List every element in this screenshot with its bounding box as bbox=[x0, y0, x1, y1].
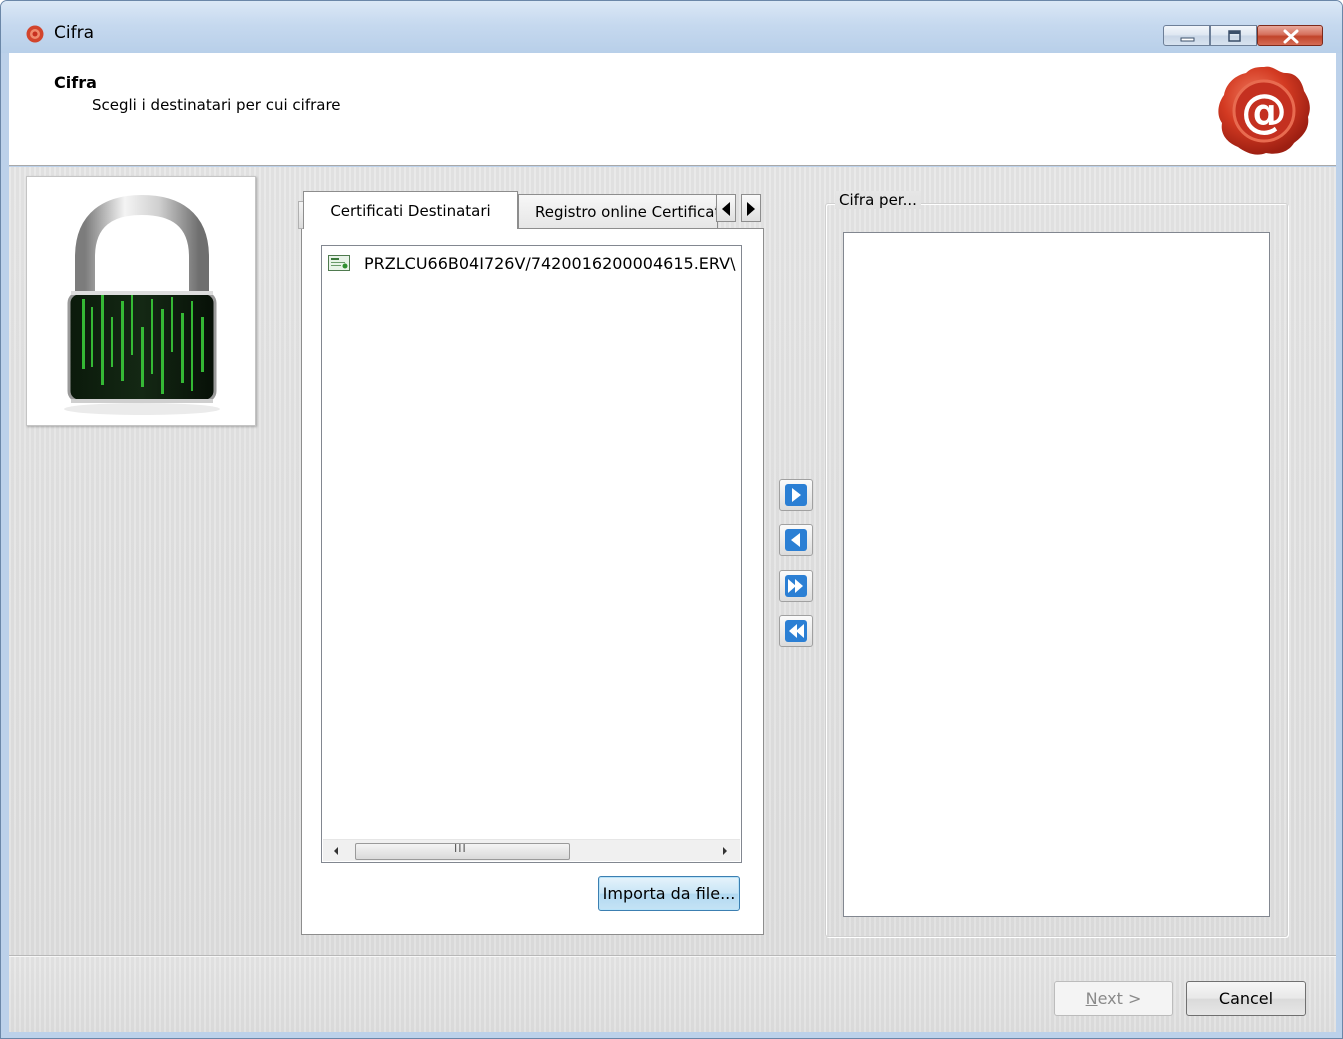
wax-seal-at-icon: @ bbox=[1218, 66, 1310, 155]
certificate-list[interactable]: PRZLCU66B04I726V/7420016200004615.ERV\ I… bbox=[321, 245, 742, 863]
recipient-list[interactable] bbox=[843, 232, 1270, 917]
import-from-file-button[interactable]: Importa da file... bbox=[598, 876, 740, 911]
arrow-right-icon bbox=[785, 484, 807, 506]
maximize-button[interactable] bbox=[1210, 25, 1257, 46]
close-icon bbox=[1283, 29, 1299, 44]
scroll-right-icon[interactable] bbox=[721, 846, 729, 856]
target-group-title: Cifra per... bbox=[835, 191, 921, 209]
minimize-button[interactable] bbox=[1163, 25, 1210, 46]
title-bar[interactable]: Cifra bbox=[1, 1, 1342, 53]
tab-registro-online[interactable]: Registro online Certificati bbox=[518, 194, 718, 228]
tab-label: Registro online Certificati bbox=[535, 202, 718, 221]
add-recipient-button[interactable] bbox=[779, 479, 813, 511]
seal-icon bbox=[26, 25, 44, 43]
tab-scroll-left-button[interactable] bbox=[716, 194, 736, 222]
cancel-button[interactable]: Cancel bbox=[1186, 981, 1306, 1016]
svg-text:@: @ bbox=[1241, 84, 1287, 138]
dialog-window: Cifra Cifra Scegli i destinatari per cui… bbox=[0, 0, 1343, 1039]
list-item[interactable]: PRZLCU66B04I726V/7420016200004615.ERV\ bbox=[328, 252, 735, 274]
scroll-left-icon[interactable] bbox=[332, 846, 340, 856]
certificate-icon bbox=[328, 255, 350, 271]
next-button[interactable]: Next > bbox=[1054, 981, 1173, 1016]
remove-recipient-button[interactable] bbox=[779, 524, 813, 556]
next-mnemonic: N bbox=[1085, 989, 1098, 1008]
window-title: Cifra bbox=[54, 23, 94, 43]
tab-scroll-right-button[interactable] bbox=[741, 194, 761, 222]
lock-illustration bbox=[26, 176, 256, 426]
horizontal-scrollbar[interactable]: III bbox=[323, 839, 740, 861]
remove-all-recipients-button[interactable] bbox=[779, 615, 813, 647]
scrollbar-grip: III bbox=[454, 842, 467, 855]
triangle-left-icon bbox=[722, 202, 730, 216]
wizard-header: Cifra Scegli i destinatari per cui cifra… bbox=[9, 53, 1336, 166]
next-label: ext > bbox=[1097, 989, 1142, 1008]
page-title: Cifra bbox=[54, 73, 97, 92]
close-button[interactable] bbox=[1257, 25, 1323, 46]
arrow-left-icon bbox=[785, 529, 807, 551]
scrollbar-thumb[interactable]: III bbox=[355, 842, 570, 860]
tab-label: Certificati Destinatari bbox=[330, 201, 491, 220]
double-arrow-left-icon bbox=[785, 620, 807, 642]
minimize-icon bbox=[1180, 37, 1195, 42]
tab-certificati-destinatari[interactable]: Certificati Destinatari bbox=[303, 191, 518, 229]
padlock-icon bbox=[64, 194, 220, 415]
triangle-right-icon bbox=[747, 202, 755, 216]
certificate-label: PRZLCU66B04I726V/7420016200004615.ERV\ bbox=[364, 253, 736, 273]
page-subtitle: Scegli i destinatari per cui cifrare bbox=[92, 96, 341, 114]
double-arrow-right-icon bbox=[785, 575, 807, 597]
add-all-recipients-button[interactable] bbox=[779, 570, 813, 602]
maximize-icon bbox=[1228, 30, 1241, 42]
